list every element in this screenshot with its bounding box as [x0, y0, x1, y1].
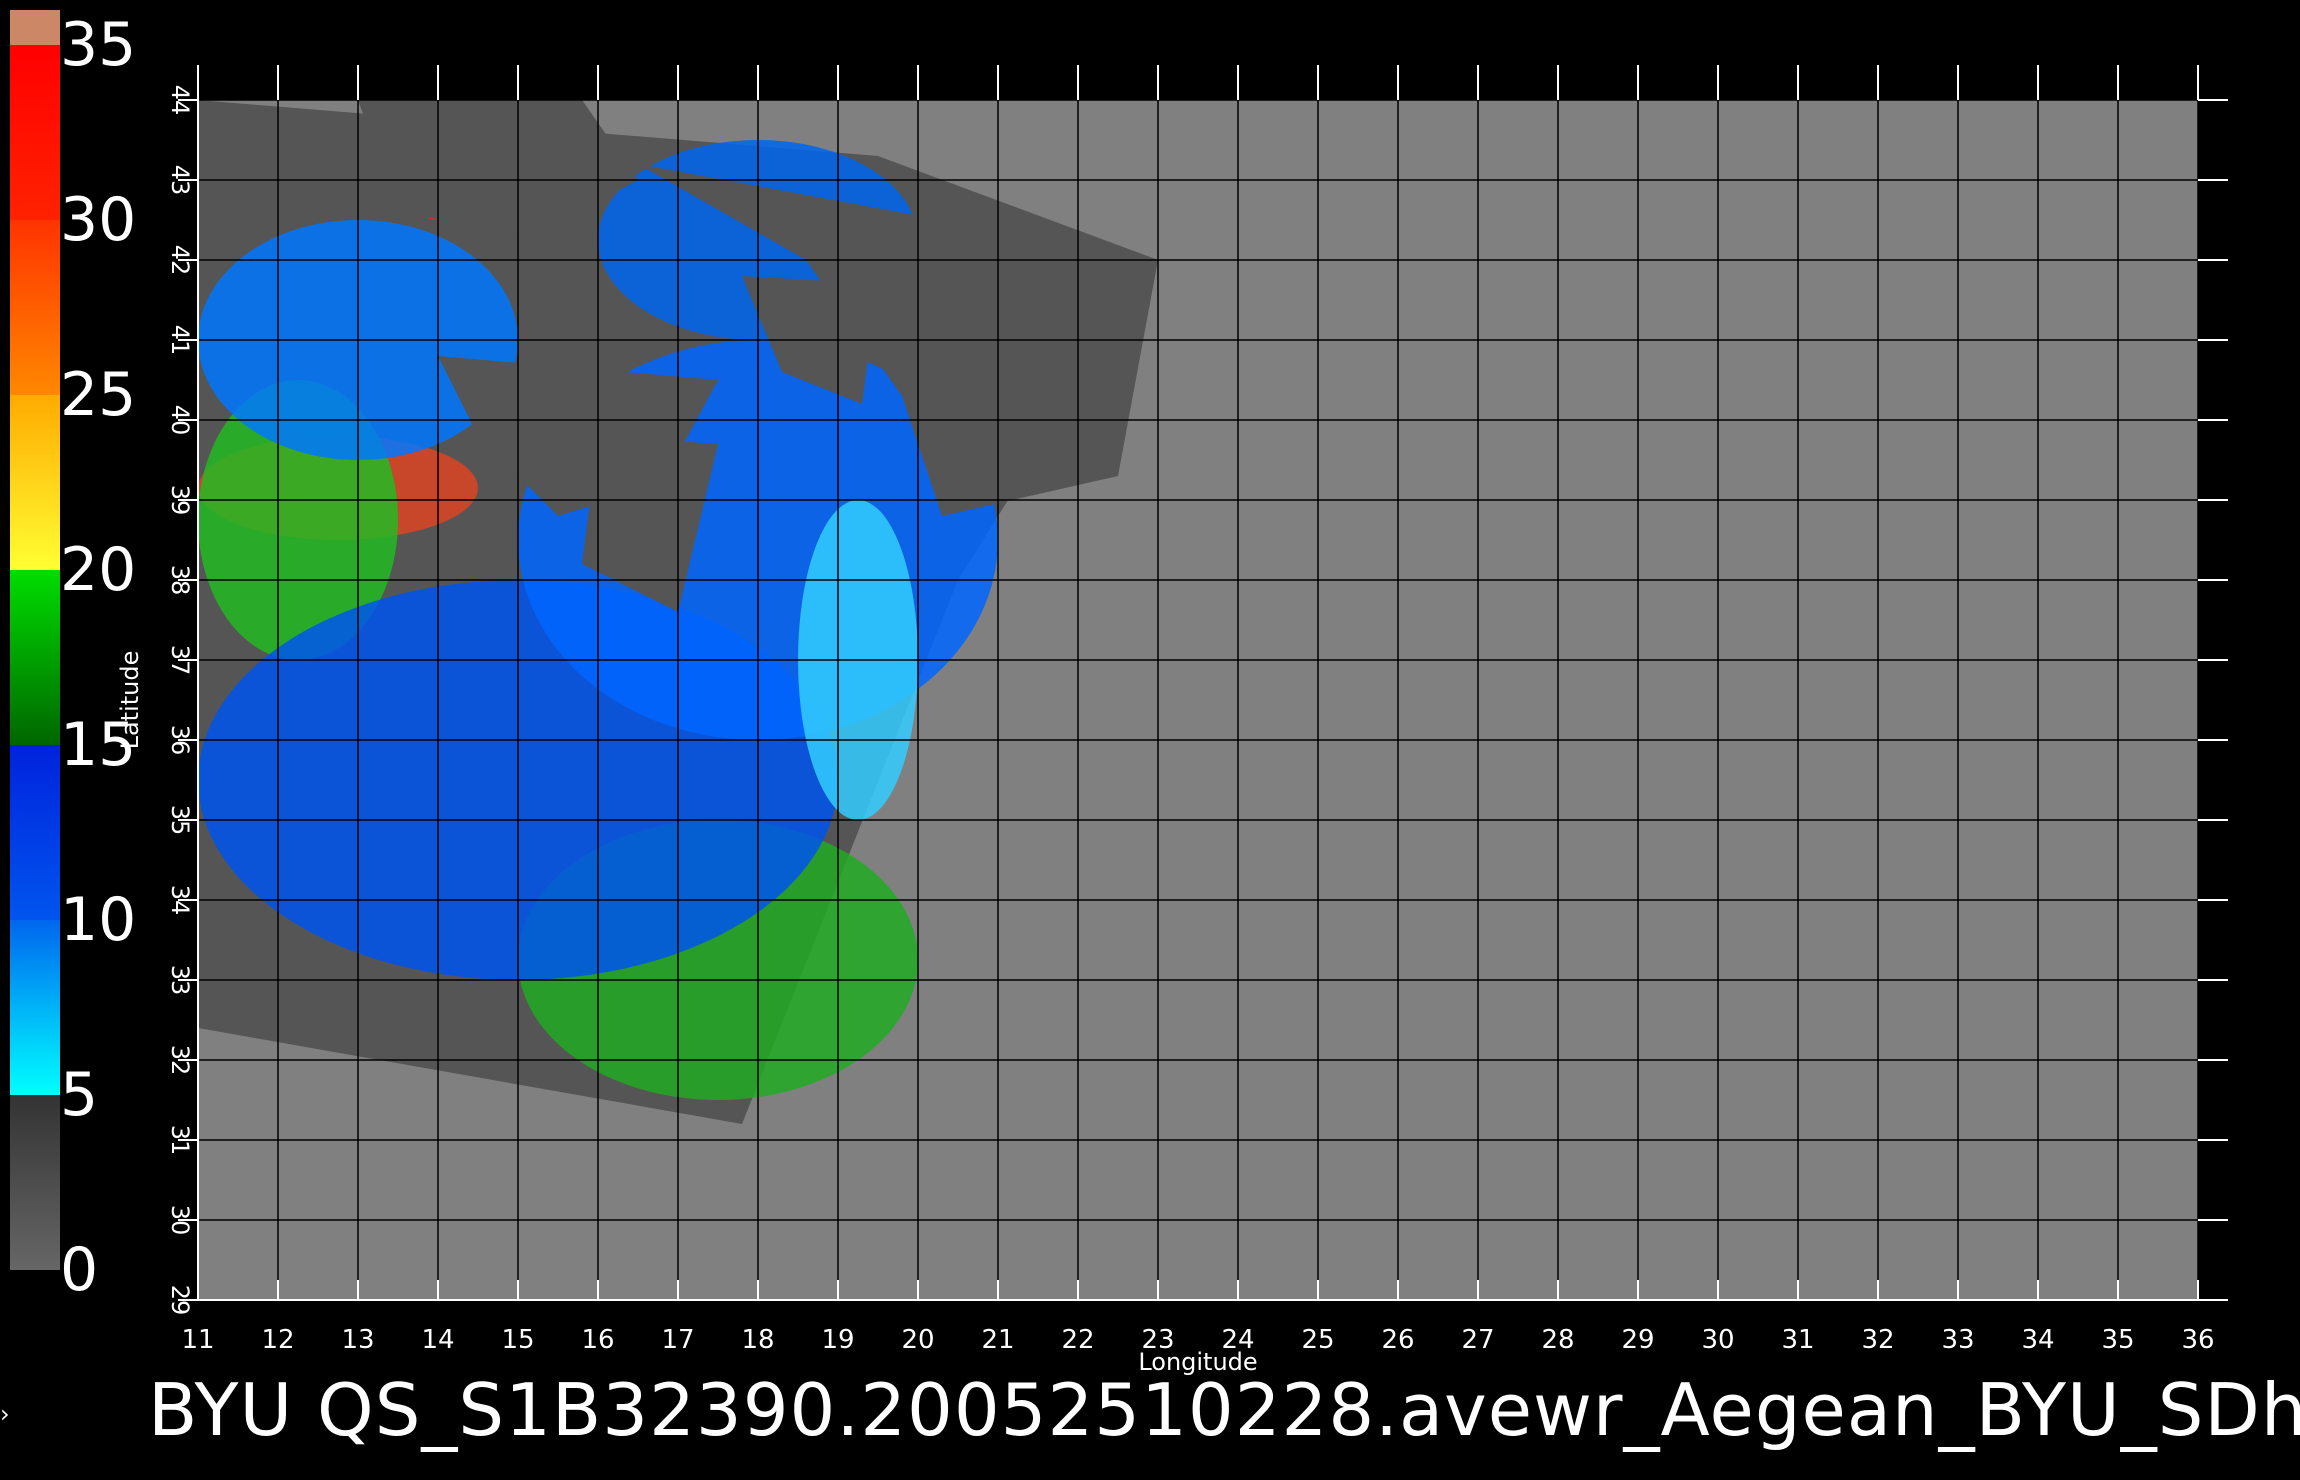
lon-tick-label: 16: [581, 1325, 614, 1355]
lon-tick-label: 33: [1941, 1325, 1974, 1355]
lon-tick-label: 19: [821, 1325, 854, 1355]
lon-tick-label: 17: [661, 1325, 694, 1355]
colorbar-band: [10, 10, 60, 45]
lat-tick-label: 36: [166, 725, 194, 756]
lon-tick-label: 32: [1861, 1325, 1894, 1355]
lon-tick-label: 27: [1461, 1325, 1494, 1355]
map-plot: [198, 100, 2198, 1300]
lat-tick-label: 33: [166, 965, 194, 996]
lon-tick-label: 25: [1301, 1325, 1334, 1355]
colorbar-band: [10, 570, 60, 745]
lon-tick-label: 21: [981, 1325, 1014, 1355]
colorbar: [10, 10, 60, 1270]
colorbar-tick-label: 25: [60, 360, 137, 430]
colorbar-tick-label: 35: [60, 10, 137, 80]
lat-tick-label: 37: [166, 645, 194, 676]
lat-tick-label: 34: [166, 885, 194, 916]
colorbar-band: [10, 1095, 60, 1270]
lon-tick-label: 30: [1701, 1325, 1734, 1355]
lon-tick-label: 14: [421, 1325, 454, 1355]
lat-tick-label: 29: [166, 1285, 194, 1316]
lon-tick-label: 12: [261, 1325, 294, 1355]
wind-map-figure: 11 12 13 14 15 16 17 18 19 20 21 22 23 24 25 26 27 28 29 30…: [10, 10, 2228, 1376]
lon-tick-label: 29: [1621, 1325, 1654, 1355]
lon-tick-label: 35: [2101, 1325, 2134, 1355]
colorbar-tick-label: 10: [60, 885, 137, 955]
lon-tick-label: 31: [1781, 1325, 1814, 1355]
lon-tick-label: 28: [1541, 1325, 1574, 1355]
lat-tick-label: 41: [166, 325, 194, 356]
lon-tick-label: 15: [501, 1325, 534, 1355]
lat-tick-label: 31: [166, 1125, 194, 1156]
lon-tick-label: 13: [341, 1325, 374, 1355]
lon-tick-label: 20: [901, 1325, 934, 1355]
colorbar-band: [10, 220, 60, 395]
colorbar-band: [10, 395, 60, 570]
lat-tick-label: 35: [166, 805, 194, 836]
lon-tick-label: 34: [2021, 1325, 2054, 1355]
lon-tick-label: 22: [1061, 1325, 1094, 1355]
left-edge-mark: ›: [0, 1400, 10, 1428]
lon-tick-label: 11: [181, 1325, 214, 1355]
colorbar-band: [10, 920, 60, 1095]
colorbar-band: [10, 45, 60, 220]
lat-tick-label: 32: [166, 1045, 194, 1076]
lat-tick-label: 44: [166, 85, 194, 116]
colorbar-tick-label: 30: [60, 185, 137, 255]
lat-tick-label: 38: [166, 565, 194, 596]
lon-tick-label: 26: [1381, 1325, 1414, 1355]
lat-tick-label: 39: [166, 485, 194, 516]
colorbar-tick-label: 20: [60, 535, 137, 605]
data-filename: BYU QS_S1B32390.20052510228.avewr_Aegean…: [148, 1368, 2300, 1452]
colorbar-tick-label: 5: [60, 1060, 99, 1130]
lon-tick-label: 36: [2181, 1325, 2214, 1355]
colorbar-band: [10, 745, 60, 920]
colorbar-tick-label: 15: [60, 710, 137, 780]
colorbar-tick-label: 0: [60, 1235, 99, 1305]
lat-tick-label: 40: [166, 405, 194, 436]
lat-tick-label: 43: [166, 165, 194, 196]
lat-tick-label: 42: [166, 245, 194, 276]
lat-tick-label: 30: [166, 1205, 194, 1236]
lon-tick-label: 18: [741, 1325, 774, 1355]
